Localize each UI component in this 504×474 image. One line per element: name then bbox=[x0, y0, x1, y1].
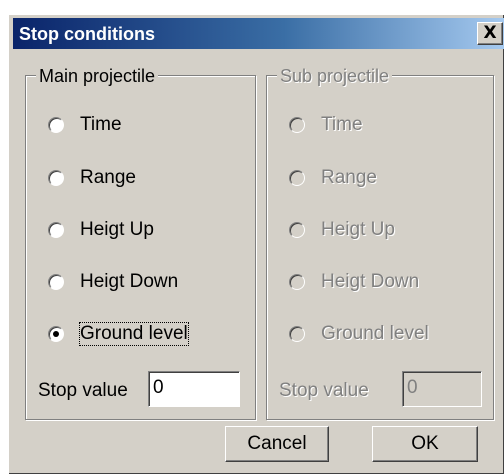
sub-projectile-group: Sub projectile Time Range Heigt Up Heigt… bbox=[266, 66, 494, 420]
main-option-range-label: Range bbox=[80, 167, 136, 188]
radio-icon[interactable] bbox=[289, 117, 305, 133]
radio-icon[interactable] bbox=[48, 222, 64, 238]
radio-icon[interactable] bbox=[48, 117, 64, 133]
window-title: Stop conditions bbox=[19, 24, 155, 44]
sub-option-heigt-up-label: Heigt Up bbox=[321, 219, 395, 240]
radio-icon[interactable] bbox=[48, 170, 64, 186]
main-option-heigt-down-label: Heigt Down bbox=[80, 271, 179, 292]
radio-icon[interactable] bbox=[48, 274, 64, 290]
main-option-time[interactable]: Time bbox=[48, 113, 248, 139]
sub-stop-value-label: Stop value bbox=[279, 380, 369, 401]
ok-button[interactable]: OK bbox=[372, 426, 478, 462]
title-bar: Stop conditions X bbox=[13, 18, 504, 49]
main-option-time-label: Time bbox=[80, 114, 122, 135]
sub-option-ground-level-label: Ground level bbox=[321, 323, 429, 344]
radio-icon[interactable] bbox=[289, 170, 305, 186]
main-option-heigt-down[interactable]: Heigt Down bbox=[48, 270, 248, 296]
radio-icon[interactable] bbox=[289, 222, 305, 238]
main-stop-value-label: Stop value bbox=[38, 380, 128, 401]
sub-option-heigt-up[interactable]: Heigt Up bbox=[289, 218, 489, 244]
sub-option-ground-level[interactable]: Ground level bbox=[289, 322, 489, 348]
sub-stop-value-input[interactable]: 0 bbox=[402, 371, 482, 407]
cancel-button[interactable]: Cancel bbox=[225, 426, 329, 462]
radio-icon[interactable] bbox=[48, 326, 64, 342]
sub-option-time-label: Time bbox=[321, 114, 363, 135]
main-option-range[interactable]: Range bbox=[48, 166, 248, 192]
close-icon: X bbox=[483, 23, 497, 43]
close-button[interactable]: X bbox=[477, 22, 503, 45]
radio-selected-dot-icon bbox=[53, 331, 59, 337]
main-option-ground-level[interactable]: Ground level bbox=[48, 322, 248, 348]
stop-conditions-dialog: Stop conditions X Main projectile Time R… bbox=[8, 14, 504, 474]
main-stop-value-input[interactable]: 0 bbox=[148, 371, 240, 407]
main-option-ground-level-label: Ground level bbox=[79, 322, 189, 346]
main-projectile-legend: Main projectile bbox=[36, 66, 159, 86]
sub-option-time[interactable]: Time bbox=[289, 113, 489, 139]
sub-projectile-legend: Sub projectile bbox=[277, 66, 393, 86]
sub-option-heigt-down-label: Heigt Down bbox=[321, 271, 420, 292]
radio-icon[interactable] bbox=[289, 326, 305, 342]
main-projectile-group: Main projectile Time Range Heigt Up Heig… bbox=[25, 66, 256, 420]
sub-option-heigt-down[interactable]: Heigt Down bbox=[289, 270, 489, 296]
main-option-heigt-up[interactable]: Heigt Up bbox=[48, 218, 248, 244]
sub-option-range[interactable]: Range bbox=[289, 166, 489, 192]
sub-option-range-label: Range bbox=[321, 167, 377, 188]
main-option-heigt-up-label: Heigt Up bbox=[80, 219, 154, 240]
radio-icon[interactable] bbox=[289, 274, 305, 290]
